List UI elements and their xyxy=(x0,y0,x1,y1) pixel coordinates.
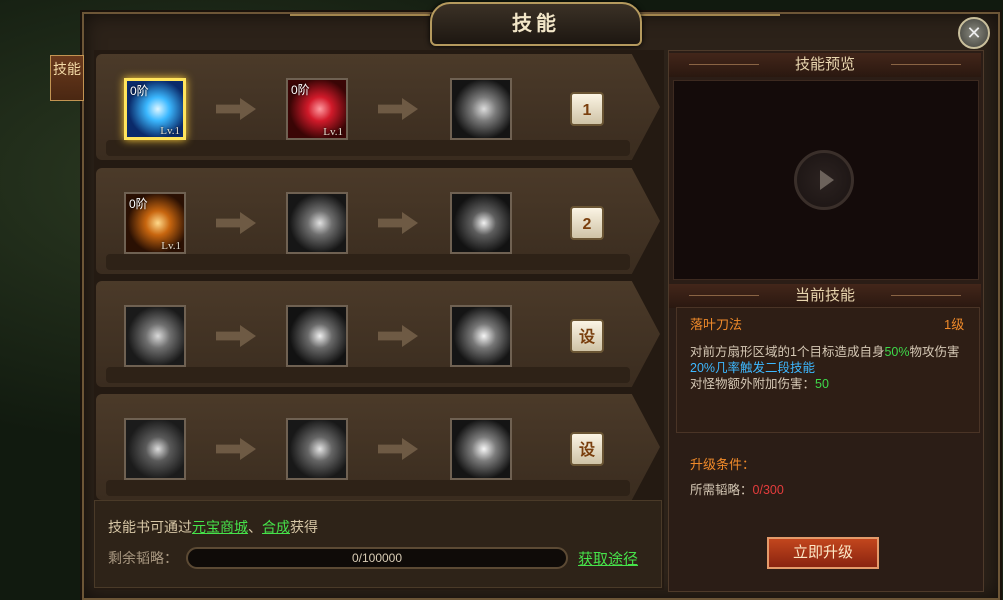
wind-wave-skill-icon[interactable] xyxy=(450,418,512,480)
flame-crescent-skill-icon[interactable]: 0阶 Lv.1 xyxy=(124,192,186,254)
vortex-slash-skill-icon[interactable] xyxy=(450,78,512,140)
skill-key-button[interactable]: 设 xyxy=(570,432,604,466)
skill-key-button[interactable]: 1 xyxy=(570,92,604,126)
upgrade-now-button[interactable]: 立即升级 xyxy=(767,537,879,569)
desc-extra-value: 50 xyxy=(815,377,829,391)
skill-key-button[interactable]: 设 xyxy=(570,319,604,353)
ingot-shop-link[interactable]: 元宝商城 xyxy=(192,519,248,535)
skill-level-label: Lv.1 xyxy=(161,240,181,252)
warrior-charge-skill-icon[interactable] xyxy=(286,418,348,480)
crimson-slash-skill-icon[interactable]: 0阶 Lv.1 xyxy=(286,78,348,140)
sword-flash-skill-icon[interactable] xyxy=(450,305,512,367)
play-icon[interactable] xyxy=(794,150,854,210)
title-ornament-right xyxy=(640,14,780,30)
remaining-strategy-label: 剩余韬略： xyxy=(108,550,178,566)
title-ornament-left xyxy=(290,14,430,30)
requirement-label: 所需韬略： xyxy=(690,483,753,497)
skill-level-label: Lv.1 xyxy=(160,125,180,137)
skill-stage-label: 0阶 xyxy=(129,197,148,211)
info-prefix: 技能书可通过 xyxy=(108,519,192,535)
obtain-method-link[interactable]: 获取途径 xyxy=(578,548,638,569)
warrior-sweep-skill-icon[interactable] xyxy=(124,418,186,480)
current-skill-heading: 当前技能 xyxy=(669,284,981,308)
close-button[interactable]: ✕ xyxy=(958,17,990,49)
info-separator: 、 xyxy=(248,519,262,535)
blade-gust-skill-icon[interactable] xyxy=(124,305,186,367)
synthesis-link[interactable]: 合成 xyxy=(262,519,290,535)
sword-burst-skill-icon[interactable] xyxy=(450,192,512,254)
info-suffix: 获得 xyxy=(290,519,318,535)
skill-stage-label: 0阶 xyxy=(291,83,310,97)
skill-book-info: 技能书可通过元宝商城、合成获得 xyxy=(108,517,318,537)
preview-heading: 技能预览 xyxy=(669,53,981,77)
strategy-progress-bar: 0/100000 xyxy=(186,547,568,569)
strategy-progress-text: 0/100000 xyxy=(351,551,403,565)
shield-disc-skill-icon[interactable] xyxy=(286,192,348,254)
desc-text-b: 物攻伤害 xyxy=(909,345,960,359)
desc-trigger: 20%几率触发二段技能 xyxy=(690,361,816,375)
requirement-value: 0/300 xyxy=(752,483,784,497)
skill-name: 落叶刀法 xyxy=(690,317,743,332)
upgrade-condition-title: 升级条件： xyxy=(690,457,756,472)
skill-key-button[interactable]: 2 xyxy=(570,206,604,240)
tab-skills[interactable]: 技能 xyxy=(50,55,84,101)
ice-slash-skill-icon[interactable]: 0阶 Lv.1 xyxy=(124,78,186,140)
lightning-slash-skill-icon[interactable] xyxy=(286,305,348,367)
upgrade-requirement: 所需韬略：0/300 xyxy=(690,479,784,498)
skill-level-label: Lv.1 xyxy=(323,126,343,138)
info-box xyxy=(94,500,662,588)
panel-title: 技能 xyxy=(430,2,642,46)
desc-percent: 50% xyxy=(884,345,910,359)
desc-extra: 对怪物额外附加伤害： xyxy=(690,377,816,391)
skill-stage-label: 0阶 xyxy=(130,84,149,98)
skill-level: 1级 xyxy=(944,317,965,332)
desc-text-a: 对前方扇形区域的1个目标造成自身 xyxy=(690,345,885,359)
skill-description: 对前方扇形区域的1个目标造成自身50%物攻伤害 20%几率触发二段技能 对怪物额… xyxy=(690,344,960,392)
